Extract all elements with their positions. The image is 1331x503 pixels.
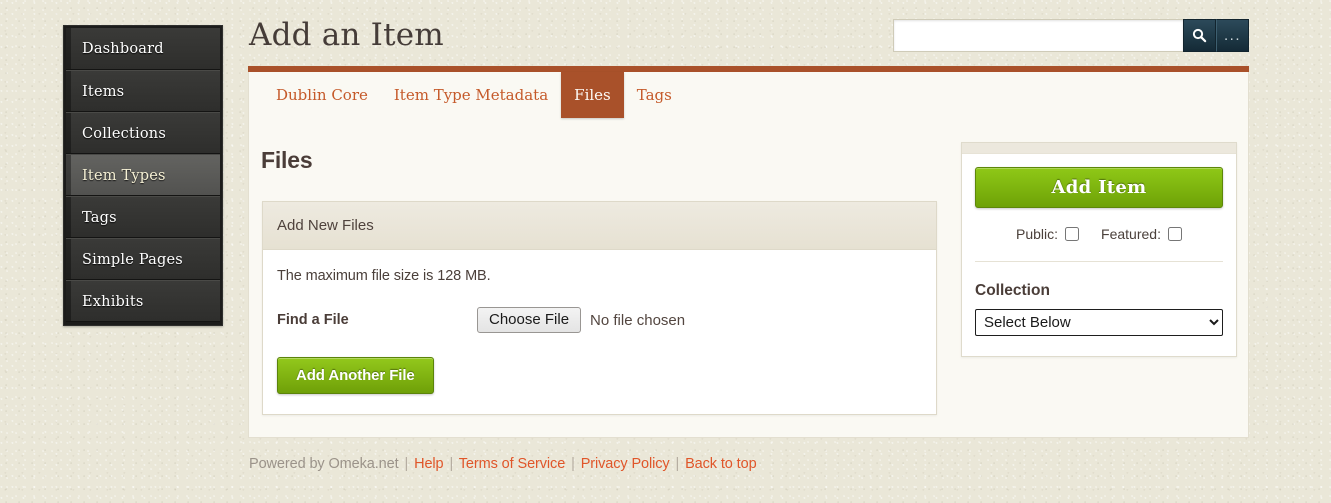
item-actions-panel: Add Item Public: Featured: Collection Se… [961, 142, 1237, 357]
search-input[interactable] [893, 19, 1183, 52]
powered-by-text: Powered by Omeka.net [249, 456, 399, 472]
tab-label: Files [574, 86, 611, 104]
no-file-chosen-text: No file chosen [590, 311, 686, 329]
max-file-size-note: The maximum file size is 128 MB. [277, 268, 491, 284]
sidebar-item-item-types[interactable]: Item Types [66, 154, 220, 196]
footer-separator: | [571, 456, 575, 472]
find-a-file-row: Find a File Choose File No file chosen [277, 307, 922, 333]
sidebar-item-label: Collections [82, 126, 166, 142]
sidebar-item-items[interactable]: Items [66, 70, 220, 112]
add-item-button[interactable]: Add Item [975, 167, 1223, 208]
sidebar-item-tags[interactable]: Tags [66, 196, 220, 238]
featured-flag[interactable]: Featured: [1101, 226, 1182, 242]
section-title: Files [261, 147, 313, 173]
public-label: Public: [1016, 226, 1059, 242]
choose-file-button[interactable]: Choose File [477, 307, 582, 333]
collection-label: Collection [975, 282, 1050, 299]
tab-label: Tags [636, 86, 672, 104]
ellipsis-icon: ... [1223, 26, 1241, 44]
footer-link-terms-of-service[interactable]: Terms of Service [459, 456, 565, 472]
app-window: Dashboard Items Collections Item Types T… [0, 0, 1331, 503]
featured-label: Featured: [1101, 226, 1161, 242]
advanced-search-button[interactable]: ... [1216, 19, 1249, 52]
tab-label: Item Type Metadata [393, 86, 549, 104]
search-icon [1192, 28, 1207, 43]
tab-tags[interactable]: Tags [624, 72, 685, 118]
footer-separator: | [404, 456, 409, 472]
sidebar-item-simple-pages[interactable]: Simple Pages [66, 238, 220, 280]
sidebar-item-label: Tags [82, 210, 117, 226]
panel-body: The maximum file size is 128 MB. Find a … [263, 250, 936, 414]
featured-checkbox[interactable] [1167, 227, 1182, 241]
public-flag[interactable]: Public: [1016, 226, 1080, 242]
add-new-files-panel: Add New Files The maximum file size is 1… [262, 201, 937, 415]
search-bar: ... [893, 19, 1249, 52]
tab-files[interactable]: Files [561, 72, 624, 118]
sidebar-item-dashboard[interactable]: Dashboard [66, 28, 220, 70]
sidebar-nav: Dashboard Items Collections Item Types T… [63, 25, 223, 326]
public-checkbox[interactable] [1065, 227, 1080, 241]
sidebar-item-label: Item Types [82, 168, 166, 184]
find-a-file-label: Find a File [277, 312, 349, 328]
tab-dublin-core[interactable]: Dublin Core [263, 72, 381, 118]
page-title: Add an Item [249, 17, 444, 53]
tab-item-type-metadata[interactable]: Item Type Metadata [381, 72, 561, 118]
footer-link-help[interactable]: Help [414, 456, 444, 472]
footer: Powered by Omeka.net | Help | Terms of S… [249, 456, 757, 472]
sidebar-item-label: Dashboard [82, 41, 164, 57]
sidebar-item-label: Items [82, 84, 125, 100]
search-submit-button[interactable] [1183, 19, 1216, 52]
sidebar-item-label: Exhibits [82, 294, 144, 310]
sidebar-item-collections[interactable]: Collections [66, 112, 220, 154]
visibility-flags: Public: Featured: [975, 208, 1223, 262]
tab-label: Dublin Core [276, 86, 368, 104]
footer-link-privacy-policy[interactable]: Privacy Policy [581, 456, 670, 472]
panel-body: Add Item Public: Featured: Collection Se… [962, 154, 1236, 356]
collection-select[interactable]: Select Below [975, 309, 1223, 336]
add-another-file-button[interactable]: Add Another File [277, 357, 434, 394]
sidebar-item-exhibits[interactable]: Exhibits [66, 280, 220, 322]
footer-link-back-to-top[interactable]: Back to top [685, 456, 757, 472]
panel-header: Add New Files [263, 202, 936, 250]
tab-bar: Dublin Core Item Type Metadata Files Tag… [249, 72, 685, 118]
footer-separator: | [675, 456, 680, 472]
footer-separator: | [449, 456, 454, 472]
sidebar-item-label: Simple Pages [82, 252, 183, 268]
